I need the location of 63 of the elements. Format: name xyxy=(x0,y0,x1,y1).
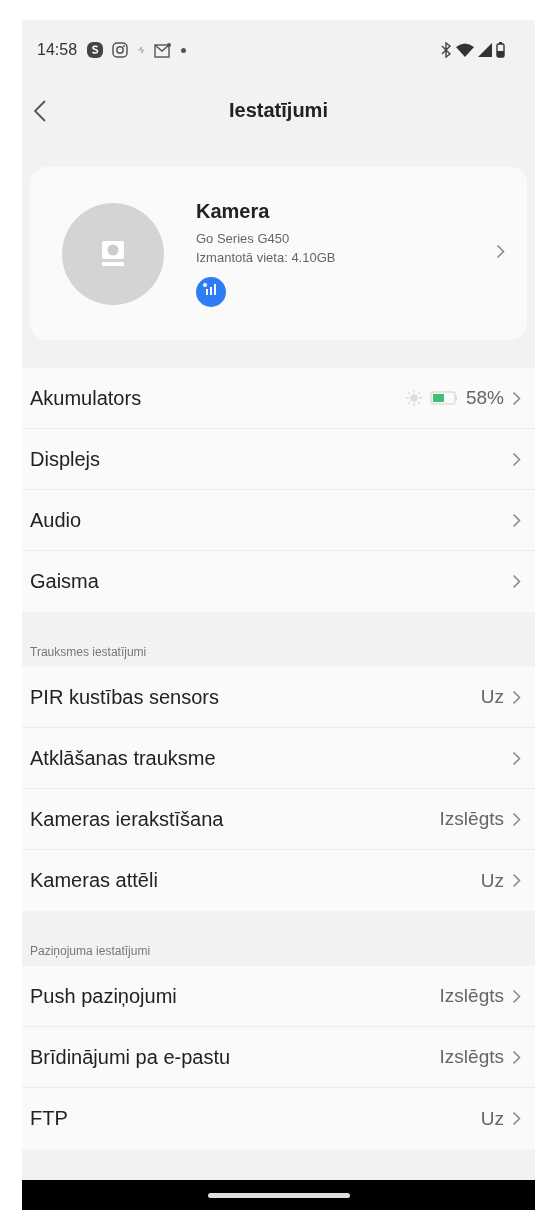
chevron-right-icon xyxy=(512,689,521,705)
mail-icon xyxy=(154,42,173,58)
device-card[interactable]: Kamera Go Series G450 Izmantotā vieta: 4.10GB xyxy=(30,167,527,340)
settings-row[interactable]: Gaisma xyxy=(22,551,535,612)
settings-row[interactable]: Atklāšanas trauksme xyxy=(22,728,535,789)
row-label: Gaisma xyxy=(30,570,99,593)
settings-row[interactable]: Brīdinājumi pa e-pastu Izslēgts xyxy=(22,1027,535,1088)
chevron-right-icon xyxy=(512,451,521,467)
section-header: Trauksmes iestatījumi xyxy=(30,645,147,659)
chevron-right-icon xyxy=(512,390,521,406)
bluetooth-icon xyxy=(440,42,452,58)
sun-icon xyxy=(405,390,422,406)
chevron-right-icon xyxy=(512,1049,521,1065)
wifi-icon xyxy=(456,43,474,57)
row-label: Kameras attēli xyxy=(30,869,158,892)
row-label: Akumulators xyxy=(30,386,142,410)
camera-icon xyxy=(102,240,124,267)
device-model: Go Series G450 xyxy=(196,231,291,246)
chevron-right-icon xyxy=(496,244,505,259)
settings-row[interactable]: Audio xyxy=(22,490,535,551)
row-label: Kameras ierakstīšana xyxy=(30,807,224,831)
device-name: Kamera xyxy=(196,200,271,223)
row-label: Displejs xyxy=(30,447,101,471)
settings-row[interactable]: Displejs xyxy=(22,429,535,490)
settings-row[interactable]: Kameras attēli Uz xyxy=(22,850,535,911)
cellular-signal-icon xyxy=(196,277,226,307)
settings-row[interactable]: FTP Uz xyxy=(22,1088,535,1149)
row-label: FTP xyxy=(30,1107,68,1130)
chevron-right-icon xyxy=(512,512,521,528)
row-value: Izslēgts xyxy=(439,985,504,1007)
chevron-right-icon xyxy=(512,750,521,766)
storage-used: Izmantotā vieta: 4.10GB xyxy=(196,250,336,265)
row-label: Atklāšanas trauksme xyxy=(30,746,216,770)
small-notification-icon xyxy=(137,46,146,54)
battery-icon xyxy=(429,391,458,405)
camera-app-icon xyxy=(112,42,129,58)
row-value: Uz xyxy=(480,686,504,708)
row-value: 58% xyxy=(465,387,504,409)
chat-app-icon xyxy=(87,42,104,58)
chevron-right-icon xyxy=(512,574,521,589)
row-label: Brīdinājumi pa e-pastu xyxy=(30,1045,231,1069)
row-value: Izslēgts xyxy=(439,1046,504,1068)
dot-icon xyxy=(181,47,187,53)
row-label: PIR kustības sensors xyxy=(30,685,219,709)
row-label: Audio xyxy=(30,508,82,532)
row-value: Izslēgts xyxy=(439,808,504,830)
chevron-right-icon xyxy=(512,873,521,888)
page-title: Iestatījumi xyxy=(229,98,328,122)
settings-row[interactable]: PIR kustības sensors Uz xyxy=(22,667,535,728)
settings-row[interactable]: Kameras ierakstīšana Izslēgts xyxy=(22,789,535,850)
row-value: Uz xyxy=(480,1107,504,1130)
status-time: 14:58 xyxy=(37,41,78,59)
settings-row[interactable]: Akumulators 58% xyxy=(22,368,535,429)
chevron-right-icon xyxy=(512,988,521,1004)
chevron-right-icon xyxy=(512,1111,521,1126)
section-header: Paziņojuma iestatījumi xyxy=(30,944,151,958)
row-label: Push paziņojumi xyxy=(30,984,177,1008)
signal-icon xyxy=(478,43,492,57)
home-indicator[interactable] xyxy=(207,1192,350,1198)
chevron-right-icon xyxy=(512,811,521,827)
battery-status-icon xyxy=(496,42,505,58)
settings-row[interactable]: Push paziņojumi Izslēgts xyxy=(22,966,535,1027)
row-value: Uz xyxy=(480,869,504,892)
